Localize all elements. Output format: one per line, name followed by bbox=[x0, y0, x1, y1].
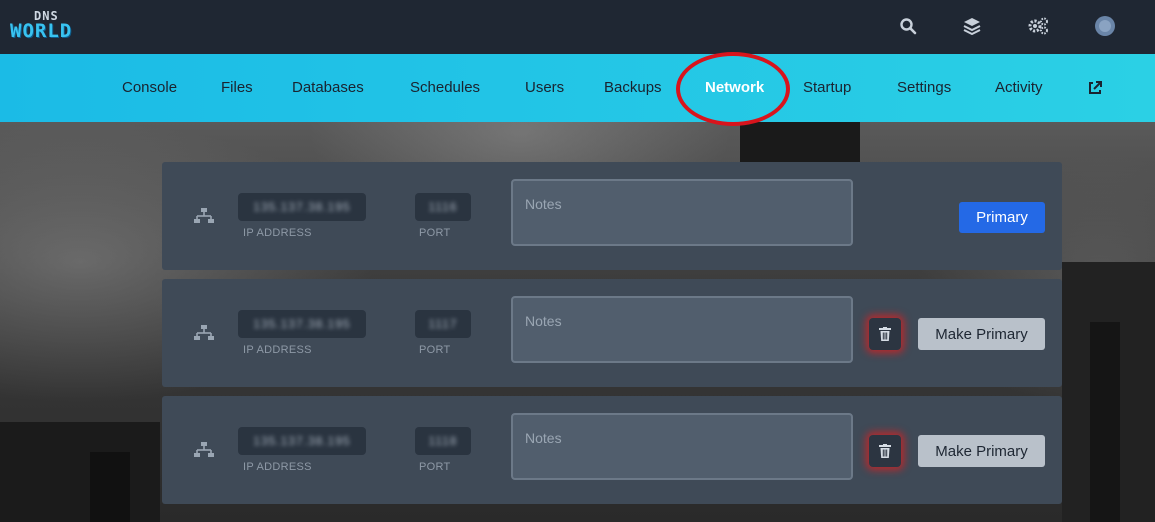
port-value[interactable]: 1116 bbox=[415, 193, 471, 221]
primary-button[interactable]: Primary bbox=[959, 202, 1045, 233]
trash-icon bbox=[879, 444, 891, 458]
allocation-row: 135.137.38.195 IP ADDRESS 1117 PORT Note… bbox=[162, 279, 1062, 387]
ip-address-label: IP ADDRESS bbox=[243, 344, 312, 356]
tab-console[interactable]: Console bbox=[122, 54, 177, 122]
delete-button[interactable] bbox=[869, 318, 901, 350]
tab-files[interactable]: Files bbox=[221, 54, 253, 122]
notes-input[interactable]: Notes bbox=[511, 413, 853, 480]
ip-address-label: IP ADDRESS bbox=[243, 461, 312, 473]
allocation-row: 135.137.38.195 IP ADDRESS 1116 PORT Note… bbox=[162, 162, 1062, 270]
tab-databases[interactable]: Databases bbox=[292, 54, 364, 122]
search-icon[interactable] bbox=[897, 15, 919, 37]
delete-button[interactable] bbox=[869, 435, 901, 467]
external-link-icon[interactable] bbox=[1087, 80, 1103, 96]
network-icon bbox=[194, 325, 214, 340]
port-label: PORT bbox=[419, 227, 451, 239]
network-icon bbox=[194, 442, 214, 457]
ip-address-label: IP ADDRESS bbox=[243, 227, 312, 239]
tab-activity[interactable]: Activity bbox=[995, 54, 1043, 122]
trash-icon bbox=[879, 327, 891, 341]
port-label: PORT bbox=[419, 461, 451, 473]
allocation-row: 135.137.38.195 IP ADDRESS 1118 PORT Note… bbox=[162, 396, 1062, 504]
notes-input[interactable]: Notes bbox=[511, 296, 853, 363]
settings-icon[interactable] bbox=[1027, 15, 1049, 37]
port-label: PORT bbox=[419, 344, 451, 356]
avatar[interactable] bbox=[1094, 15, 1116, 37]
tab-backups[interactable]: Backups bbox=[604, 54, 662, 122]
notes-input[interactable]: Notes bbox=[511, 179, 853, 246]
tab-users[interactable]: Users bbox=[525, 54, 564, 122]
ip-address-value[interactable]: 135.137.38.195 bbox=[238, 427, 366, 455]
port-value[interactable]: 1117 bbox=[415, 310, 471, 338]
ip-address-value[interactable]: 135.137.38.195 bbox=[238, 193, 366, 221]
nav-bar: Console Files Databases Schedules Users … bbox=[0, 54, 1155, 122]
logo-line2: WORLD bbox=[10, 20, 73, 42]
tab-settings[interactable]: Settings bbox=[897, 54, 951, 122]
port-value[interactable]: 1118 bbox=[415, 427, 471, 455]
tab-startup[interactable]: Startup bbox=[803, 54, 851, 122]
network-icon bbox=[194, 208, 214, 223]
top-bar: DNS WORLD bbox=[0, 0, 1155, 54]
highlight-annotation bbox=[676, 52, 790, 126]
make-primary-button[interactable]: Make Primary bbox=[918, 435, 1045, 467]
logo[interactable]: DNS WORLD bbox=[10, 10, 94, 42]
make-primary-button[interactable]: Make Primary bbox=[918, 318, 1045, 350]
layers-icon[interactable] bbox=[961, 15, 983, 37]
ip-address-value[interactable]: 135.137.38.195 bbox=[238, 310, 366, 338]
tab-schedules[interactable]: Schedules bbox=[410, 54, 480, 122]
